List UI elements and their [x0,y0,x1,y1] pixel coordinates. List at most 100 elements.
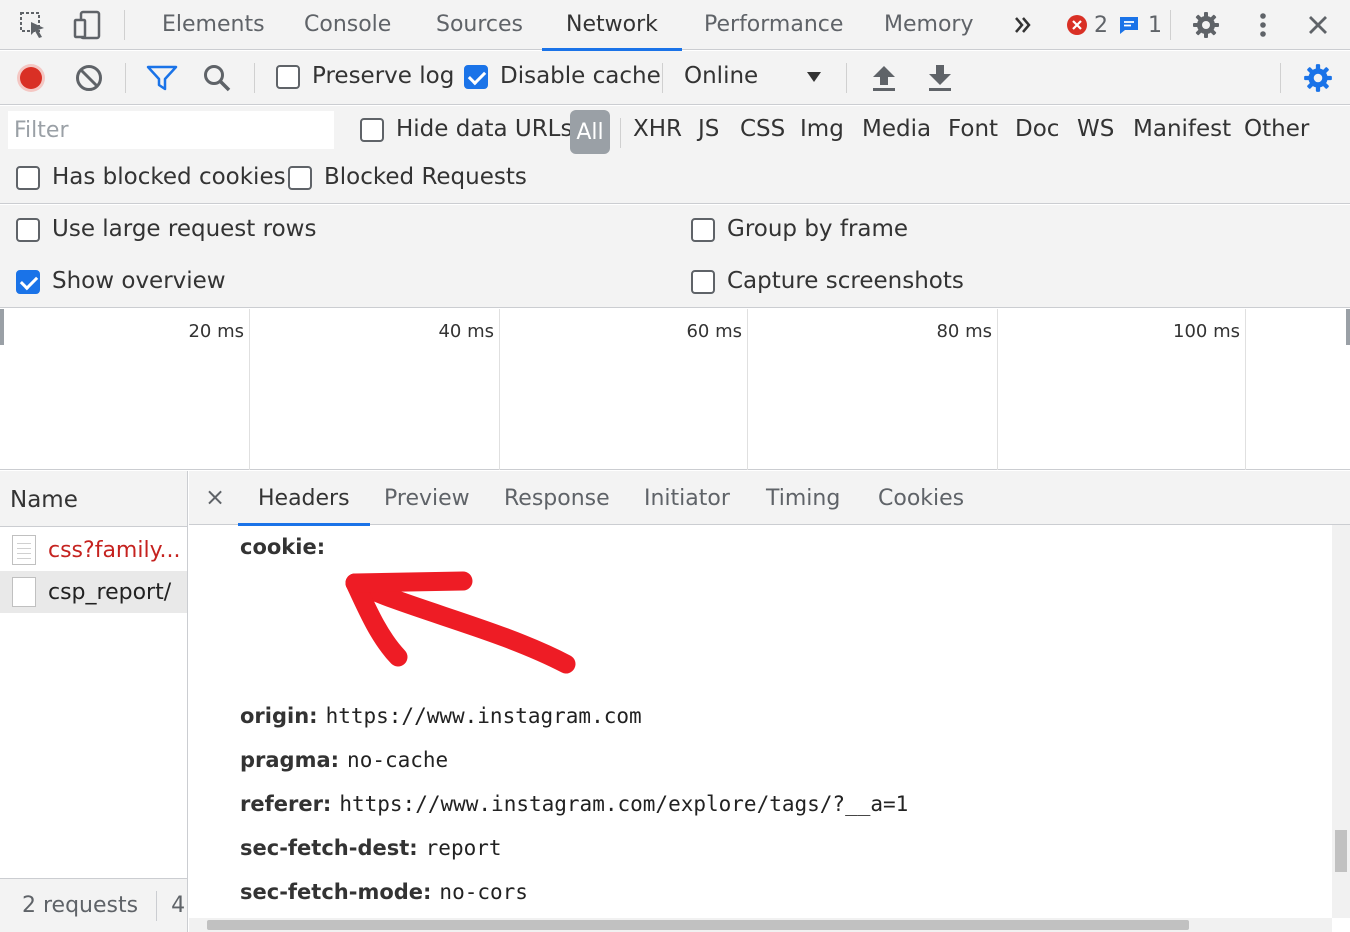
annotation-arrow-icon [345,571,576,674]
tab-timing[interactable]: Timing [766,471,840,525]
more-tabs-icon[interactable] [1006,8,1040,42]
type-filter-css[interactable]: CSS [740,116,785,142]
device-toolbar-icon[interactable] [70,8,104,42]
kebab-menu-icon[interactable] [1246,8,1280,42]
record-icon [17,64,45,92]
hide-data-urls-checkbox[interactable] [360,118,384,142]
throttling-value: Online [684,63,759,89]
type-filter-ws[interactable]: WS [1077,116,1114,142]
clear-icon [76,65,102,91]
overview-left-handle[interactable] [0,309,4,345]
preserve-log-checkbox[interactable] [276,65,300,89]
capture-screenshots-label: Capture screenshots [727,268,964,294]
export-har-button[interactable] [926,63,954,93]
group-by-frame-checkbox[interactable] [691,218,715,242]
record-button[interactable] [16,63,46,93]
request-name: css?family... [48,537,181,563]
type-filter-font[interactable]: Font [948,116,998,142]
throttling-select[interactable]: Online [672,57,834,99]
horizontal-scroll-thumb[interactable] [207,920,1189,930]
request-detail-pane: × Headers Preview Response Initiator Tim… [189,471,1350,932]
type-filter-manifest[interactable]: Manifest [1133,116,1231,142]
disable-cache-label: Disable cache [500,63,661,89]
network-settings-pane: Use large request rows Group by frame Sh… [0,205,1350,308]
large-rows-label: Use large request rows [52,216,317,242]
type-filter-doc[interactable]: Doc [1015,116,1059,142]
header-row-sec-fetch-mode: sec-fetch-mode: no-cors [240,880,528,904]
type-filter-all[interactable]: All [570,110,610,154]
header-name: sec-fetch-dest: [240,836,418,860]
network-settings-button[interactable] [1302,62,1334,94]
tab-network[interactable]: Network [542,0,682,51]
clear-button[interactable] [74,63,104,93]
has-blocked-cookies-label: Has blocked cookies [52,164,286,190]
gear-icon [1304,64,1332,92]
tab-initiator[interactable]: Initiator [644,471,730,525]
settings-gear-icon[interactable] [1189,8,1223,42]
request-row-selected[interactable]: csp_report/ [0,571,187,613]
error-count: 2 [1094,12,1108,38]
tab-cookies[interactable]: Cookies [878,471,964,525]
show-overview-label: Show overview [52,268,226,294]
tab-console[interactable]: Console [300,0,395,50]
header-value: no-cache [347,748,449,772]
name-column-header[interactable]: Name [0,471,187,527]
tab-response[interactable]: Response [504,471,610,525]
show-overview-checkbox[interactable] [16,270,40,294]
disable-cache-checkbox[interactable] [464,65,488,89]
has-blocked-cookies-checkbox[interactable] [16,166,40,190]
tab-elements[interactable]: Elements [158,0,269,50]
blank-file-icon [12,577,36,607]
request-row[interactable]: css?family... [0,529,187,571]
header-row-cookie: cookie: [240,535,333,559]
transfer-summary: 4 [171,893,186,918]
type-filter-other[interactable]: Other [1244,116,1309,142]
header-name: origin: [240,704,318,728]
header-row-referer: referer: https://www.instagram.com/explor… [240,792,908,816]
overview-tick-label: 60 ms [686,321,742,342]
download-icon [929,65,951,91]
header-name: pragma: [240,748,340,772]
network-overview[interactable]: 20 ms 40 ms 60 ms 80 ms 100 ms [0,309,1350,470]
overview-tick-label: 100 ms [1173,321,1240,342]
overview-tick-label: 80 ms [936,321,992,342]
tab-performance[interactable]: Performance [700,0,847,50]
status-bar: 2 requests 4 [0,878,187,932]
tab-sources[interactable]: Sources [432,0,527,50]
filter-input[interactable] [8,111,334,149]
search-button[interactable] [202,63,232,93]
overview-tick-label: 40 ms [438,321,494,342]
type-filter-xhr[interactable]: XHR [633,116,682,142]
close-detail-icon[interactable]: × [205,483,225,511]
import-har-button[interactable] [870,63,898,93]
horizontal-scrollbar[interactable] [189,918,1332,932]
header-value: https://www.instagram.com [325,704,642,728]
tab-preview[interactable]: Preview [384,471,470,525]
filter-icon [146,65,178,91]
large-rows-checkbox[interactable] [16,218,40,242]
preserve-log-label: Preserve log [312,63,455,89]
message-icon [1120,17,1138,34]
vertical-scroll-thumb[interactable] [1335,830,1347,872]
upload-icon [873,66,895,91]
blocked-requests-checkbox[interactable] [288,166,312,190]
capture-screenshots-checkbox[interactable] [691,270,715,294]
document-icon [12,535,36,565]
header-value: report [425,836,502,860]
vertical-scrollbar[interactable] [1332,525,1350,918]
tab-memory[interactable]: Memory [880,0,977,50]
close-devtools-icon[interactable] [1301,8,1335,42]
header-value: https://www.instagram.com/explore/tags/?… [339,792,909,816]
inspect-element-icon[interactable] [16,8,50,42]
error-counter[interactable]: 2 1 [1066,10,1162,40]
header-row-sec-fetch-dest: sec-fetch-dest: report [240,836,502,860]
type-filter-js[interactable]: JS [698,116,719,142]
type-filter-media[interactable]: Media [862,116,931,142]
filter-toggle-button[interactable] [146,63,178,93]
header-value: no-cors [439,880,528,904]
type-filter-img[interactable]: Img [800,116,844,142]
overview-right-handle[interactable] [1346,309,1350,345]
tab-headers[interactable]: Headers [238,471,370,526]
filter-bar: Hide data URLs All XHR JS CSS Img Media … [0,106,1350,204]
error-icon [1067,15,1087,35]
